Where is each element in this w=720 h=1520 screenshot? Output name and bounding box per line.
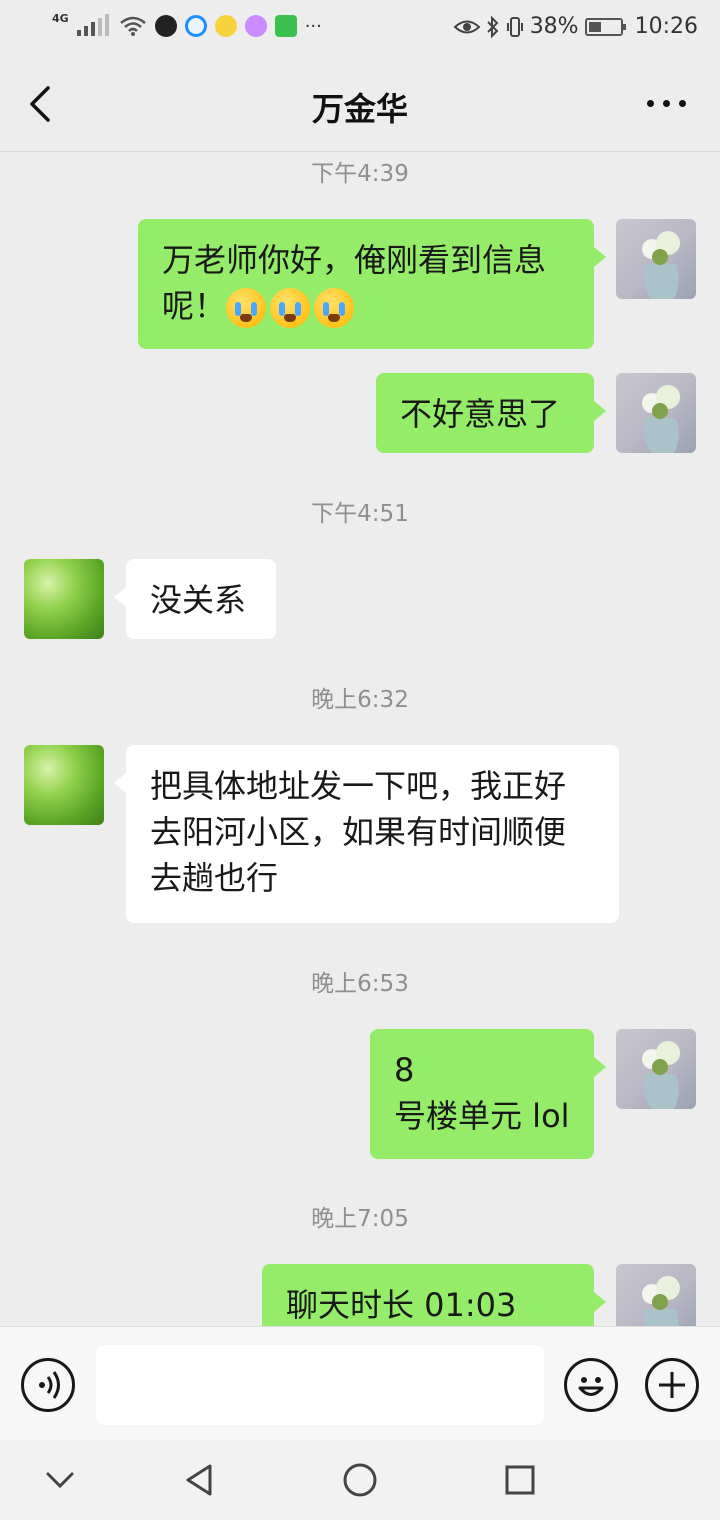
- emoji-face-icon[interactable]: [564, 1358, 618, 1412]
- plus-icon[interactable]: [645, 1358, 699, 1412]
- message-text: 没关系: [150, 581, 247, 619]
- message-text: 万老师你好，俺刚看到信息: [162, 241, 547, 279]
- nav-recents-icon[interactable]: [500, 1460, 540, 1500]
- message-text: 呢！: [162, 287, 227, 325]
- nav-collapse-icon[interactable]: [40, 1460, 80, 1500]
- my-avatar[interactable]: [616, 373, 696, 453]
- app-notification-icon-2: [244, 15, 267, 37]
- message-text-input[interactable]: [96, 1345, 544, 1425]
- message-text: 聊天时长 01:03: [286, 1286, 517, 1324]
- timestamp: 下午4:51: [311, 501, 409, 527]
- bluetooth-icon: [486, 15, 499, 38]
- status-bar: 4G ··· 38% 10:26: [0, 0, 720, 56]
- wifi-icon: [119, 16, 146, 36]
- nav-home-icon[interactable]: [340, 1460, 380, 1500]
- message-text: 去阳河小区，如果有时间顺便: [150, 813, 567, 851]
- system-navigation-bar: [0, 1440, 720, 1520]
- more-options-icon[interactable]: [647, 100, 686, 107]
- message-text: 8: [394, 1051, 415, 1089]
- battery-percent: 38%: [529, 14, 579, 39]
- nav-back-icon[interactable]: [180, 1460, 220, 1500]
- app-notification-icon: [214, 15, 237, 37]
- message-text-line-2: 呢！: [162, 283, 570, 329]
- timestamp: 下午4:39: [311, 161, 409, 187]
- message-text: 号楼单元 lol: [394, 1097, 570, 1135]
- message-text: 把具体地址发一下吧，我正好: [150, 767, 567, 805]
- more-notifications-indicator: ···: [304, 15, 322, 37]
- vibrate-icon: [506, 16, 523, 37]
- contact-avatar[interactable]: [24, 559, 104, 639]
- timestamp: 晚上6:32: [311, 687, 409, 713]
- chat-header: 万金华: [0, 56, 720, 152]
- video-app-icon: [274, 15, 297, 37]
- message-bubble-sent[interactable]: 不好意思了: [376, 373, 606, 453]
- tiktok-app-icon: [154, 15, 177, 37]
- page-title: 万金华: [311, 90, 408, 128]
- crying-emoji-icon: [270, 288, 311, 328]
- crying-emoji-icon: [314, 288, 355, 328]
- message-bubble-sent[interactable]: 万老师你好，俺刚看到信息 呢！: [138, 219, 606, 349]
- message-bubble-received[interactable]: 没关系: [114, 559, 276, 639]
- timestamp: 晚上7:05: [311, 1206, 409, 1232]
- message-text: 去趟也行: [150, 859, 279, 897]
- cell-signal-icon: [76, 14, 111, 38]
- voice-icon[interactable]: [21, 1358, 75, 1412]
- message-text: 不好意思了: [400, 395, 561, 433]
- contact-avatar[interactable]: [24, 745, 104, 825]
- message-bubble-sent[interactable]: 8 号楼单元 lol: [370, 1029, 606, 1159]
- timestamp: 晚上6:53: [311, 971, 409, 997]
- crying-emoji-icon: [226, 288, 267, 328]
- eye-icon: [453, 20, 480, 33]
- message-bubble-received[interactable]: 把具体地址发一下吧，我正好 去阳河小区，如果有时间顺便 去趟也行: [114, 745, 619, 923]
- battery-icon: [584, 17, 626, 36]
- clock: 10:26: [634, 14, 698, 39]
- my-avatar[interactable]: [616, 1029, 696, 1109]
- network-label: 4G: [52, 11, 69, 25]
- my-avatar[interactable]: [616, 219, 696, 299]
- message-input-bar: [0, 1326, 720, 1440]
- browser-app-icon: [184, 15, 207, 37]
